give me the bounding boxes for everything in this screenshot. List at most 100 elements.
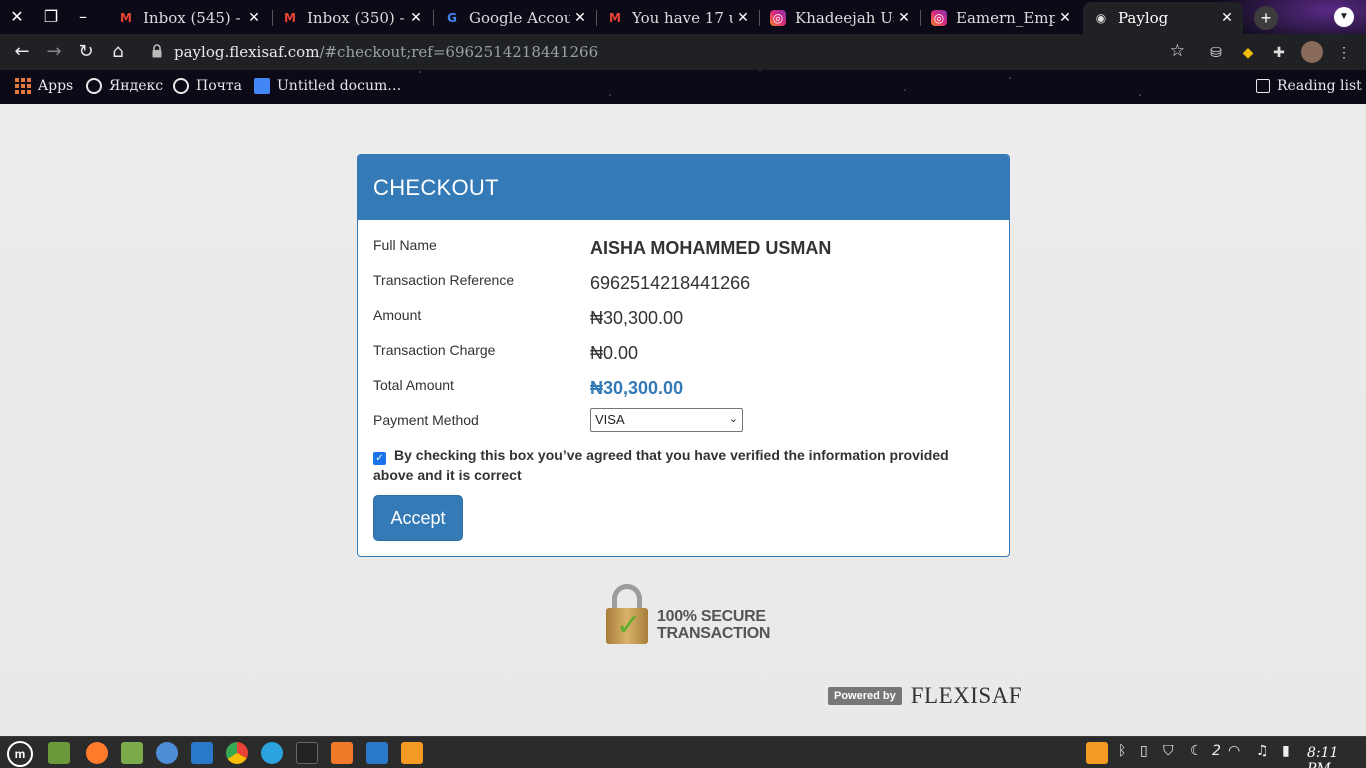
tab-search-icon[interactable]: ▼ <box>1334 7 1354 27</box>
clock[interactable]: 8:11 PM <box>1307 745 1366 768</box>
check-icon: ✓ <box>616 608 642 643</box>
payment-method-select[interactable]: VISA ⌄ <box>590 408 743 432</box>
payment-method-label: Payment Method <box>373 412 479 428</box>
tab-label: Eamern_Empir <box>956 9 1055 27</box>
sublime-text-icon[interactable] <box>331 742 353 764</box>
transaction-charge-value: ₦0.00 <box>590 343 639 363</box>
secure-transaction-badge: ✓ 100% SECURE TRANSACTION <box>606 582 770 648</box>
restore-window-icon[interactable]: ❐ <box>39 5 63 29</box>
amount-value: ₦30,300.00 <box>590 308 684 328</box>
browser-app-icon[interactable] <box>156 742 178 764</box>
tab-label: Khadeejah Usm <box>795 9 894 27</box>
workspace-number[interactable]: 2 <box>1212 743 1221 759</box>
amount-label: Amount <box>373 307 422 323</box>
bookmark-yandex[interactable]: Яндекс <box>86 76 163 96</box>
instagram-icon: ◎ <box>770 10 786 26</box>
globe-icon <box>86 78 102 94</box>
bookmark-apps[interactable]: Apps <box>15 76 73 96</box>
tab-eamern[interactable]: ◎ Eamern_Empir ✕ <box>921 2 1081 34</box>
reading-list-icon <box>1256 79 1270 93</box>
close-tab-icon[interactable]: ✕ <box>1217 10 1237 26</box>
tab-label: Google Accoun <box>469 9 570 27</box>
close-tab-icon[interactable]: ✕ <box>244 10 264 26</box>
vscode-icon[interactable] <box>191 742 213 764</box>
tab-paylog[interactable]: ◉ Paylog ✕ <box>1083 2 1243 34</box>
apps-grid-icon <box>15 78 31 94</box>
globe-icon <box>173 78 189 94</box>
vscode-icon[interactable] <box>366 742 388 764</box>
agreement-text: By checking this box you’ve agreed that … <box>373 447 949 483</box>
telegram-icon[interactable] <box>261 742 283 764</box>
full-name-label: Full Name <box>373 237 437 253</box>
bookmark-pochta[interactable]: Почта <box>173 76 242 96</box>
transaction-reference-value: 6962514218441266 <box>590 273 751 293</box>
binance-extension-icon[interactable]: ◆ <box>1238 42 1258 62</box>
extensions-puzzle-icon[interactable]: ✚ <box>1269 42 1289 62</box>
secure-line-1: 100% SECURE <box>657 608 766 625</box>
terminal-icon[interactable] <box>296 742 318 764</box>
menu-kebab-icon[interactable]: ⋮ <box>1334 42 1354 62</box>
tab-label: Inbox (545) - un <box>143 9 244 27</box>
agreement-checkbox[interactable]: ✓ <box>373 452 386 465</box>
bookmarks-bar: Apps Яндекс Почта Untitled docum… Readin… <box>0 70 1366 100</box>
media-player-icon[interactable] <box>401 742 423 764</box>
home-icon[interactable]: ⌂ <box>106 40 130 64</box>
tab-inbox-545[interactable]: M Inbox (545) - un ✕ <box>108 2 270 34</box>
shield-icon[interactable]: ⛉ <box>1163 743 1174 759</box>
gmail-icon: M <box>284 11 296 25</box>
reading-list-button[interactable]: Reading list <box>1256 76 1362 96</box>
start-menu-icon[interactable]: m <box>7 741 33 767</box>
address-bar[interactable]: paylog.flexisaf.com/#checkout;ref=696251… <box>142 37 1197 67</box>
bookmark-untitled-doc[interactable]: Untitled docum… <box>254 76 401 96</box>
tab-inbox-350[interactable]: M Inbox (350) - ha ✕ <box>272 2 432 34</box>
extension-off-icon[interactable]: ⛁ <box>1206 42 1226 62</box>
field-total-amount: Total Amount ₦30,300.00 <box>373 377 993 407</box>
tab-khadeejah[interactable]: ◎ Khadeejah Usm ✕ <box>760 2 920 34</box>
chevron-down-icon: ⌄ <box>728 412 738 425</box>
transaction-reference-label: Transaction Reference <box>373 272 515 288</box>
checkout-title: CHECKOUT <box>358 155 1009 220</box>
flexisaf-logo: FLEXISAF <box>910 683 1023 708</box>
google-docs-icon <box>254 78 270 94</box>
minimize-window-icon[interactable]: – <box>71 5 95 29</box>
globe-icon: ◉ <box>1095 11 1107 25</box>
tab-unread[interactable]: M You have 17 un ✕ <box>597 2 759 34</box>
show-desktop-icon[interactable] <box>48 742 70 764</box>
close-tab-icon[interactable]: ✕ <box>570 10 590 26</box>
forward-icon[interactable]: → <box>42 40 66 64</box>
notifications-icon[interactable]: ☾ <box>1190 743 1203 759</box>
profile-avatar[interactable] <box>1301 41 1323 63</box>
transaction-charge-label: Transaction Charge <box>373 342 496 358</box>
field-amount: Amount ₦30,300.00 <box>373 307 993 337</box>
gmail-icon: M <box>609 11 621 25</box>
close-tab-icon[interactable]: ✕ <box>1055 10 1075 26</box>
field-full-name: Full Name AISHA MOHAMMED USMAN <box>373 237 993 267</box>
bluetooth-icon[interactable]: ᛒ <box>1118 743 1126 759</box>
taskbar: m ᛒ ▯ ⛉ ☾ 2 ◠ ♫ ▮ 8:11 PM <box>0 736 1366 768</box>
lock-icon <box>152 44 162 58</box>
field-payment-method: Payment Method VISA ⌄ <box>373 408 993 442</box>
firefox-icon[interactable] <box>86 742 108 764</box>
clipboard-icon[interactable]: ▯ <box>1140 743 1148 759</box>
wifi-icon[interactable]: ◠ <box>1228 743 1240 759</box>
powered-by-badge: Powered by <box>828 687 902 705</box>
accept-button[interactable]: Accept <box>373 495 463 541</box>
reload-icon[interactable]: ↻ <box>74 40 98 64</box>
secure-line-2: TRANSACTION <box>657 625 771 642</box>
bookmark-star-icon[interactable]: ☆ <box>1170 41 1185 61</box>
close-tab-icon[interactable]: ✕ <box>406 10 426 26</box>
chrome-icon[interactable] <box>226 742 248 764</box>
files-folder-icon[interactable] <box>121 742 143 764</box>
instagram-icon: ◎ <box>931 10 947 26</box>
new-tab-button[interactable]: + <box>1254 6 1278 30</box>
tab-google-account[interactable]: G Google Accoun ✕ <box>434 2 596 34</box>
sound-icon[interactable]: ♫ <box>1256 743 1269 759</box>
battery-icon[interactable]: ▮ <box>1282 743 1290 759</box>
tab-label: You have 17 un <box>632 9 733 27</box>
close-tab-icon[interactable]: ✕ <box>733 10 753 26</box>
back-icon[interactable]: ← <box>10 40 34 64</box>
close-window-icon[interactable]: ✕ <box>5 5 29 29</box>
media-tray-icon[interactable] <box>1086 742 1108 764</box>
tab-label: Paylog <box>1118 9 1169 27</box>
close-tab-icon[interactable]: ✕ <box>894 10 914 26</box>
